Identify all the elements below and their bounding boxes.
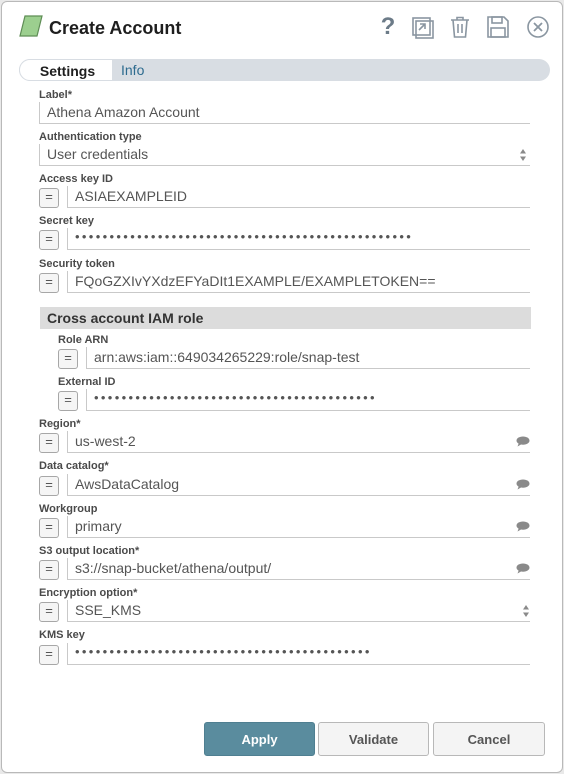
access-key-id-expression-toggle[interactable]: = — [39, 188, 59, 208]
kms-key-expression-toggle[interactable]: = — [39, 645, 59, 665]
s3-output-location-label: S3 output location* — [39, 545, 140, 557]
close-icon — [527, 16, 549, 38]
access-key-id-input[interactable]: ASIAEXAMPLEID — [67, 186, 530, 208]
kms-key-label: KMS key — [39, 629, 85, 641]
workgroup-expression-toggle[interactable]: = — [39, 518, 59, 538]
secret-key-expression-toggle[interactable]: = — [39, 230, 59, 250]
data-catalog-input[interactable]: AwsDataCatalog — [67, 474, 530, 496]
region-expression-toggle[interactable]: = — [39, 433, 59, 453]
cross-account-section-header: Cross account IAM role — [40, 307, 531, 329]
role-arn-input[interactable]: arn:aws:iam::649034265229:role/snap-test — [86, 347, 530, 369]
help-button[interactable]: ? — [374, 13, 402, 41]
close-button[interactable] — [524, 13, 552, 41]
create-account-dialog: Create Account ? Settings Info Label* At… — [1, 1, 563, 773]
tab-settings[interactable]: Settings — [19, 59, 113, 81]
workgroup-label: Workgroup — [39, 503, 98, 515]
encryption-option-value: SSE_KMS — [75, 602, 142, 618]
data-catalog-expression-toggle[interactable]: = — [39, 476, 59, 496]
workgroup-value: primary — [75, 518, 122, 534]
export-icon — [412, 17, 434, 39]
help-icon: ? — [380, 13, 396, 40]
access-key-id-label: Access key ID — [39, 173, 113, 185]
s3-output-location-expression-toggle[interactable]: = — [39, 560, 59, 580]
data-catalog-label: Data catalog* — [39, 460, 109, 472]
suggest-bubble-icon[interactable] — [516, 521, 530, 532]
region-value: us-west-2 — [75, 433, 136, 449]
suggest-bubble-icon[interactable] — [516, 563, 530, 574]
region-label: Region* — [39, 418, 81, 430]
save-button[interactable] — [484, 13, 512, 41]
role-arn-expression-toggle[interactable]: = — [58, 349, 78, 369]
spinner-icon — [520, 149, 526, 161]
auth-type-label: Authentication type — [39, 131, 142, 143]
role-arn-label: Role ARN — [58, 334, 109, 346]
security-token-expression-toggle[interactable]: = — [39, 273, 59, 293]
region-input[interactable]: us-west-2 — [67, 431, 530, 453]
label-field-label: Label* — [39, 89, 73, 101]
label-input[interactable]: Athena Amazon Account — [39, 102, 530, 124]
secret-key-label: Secret key — [39, 215, 95, 227]
security-token-input[interactable]: FQoGZXIvYXdzEFYaDIt1EXAMPLE/EXAMPLETOKEN… — [67, 271, 530, 293]
spinner-icon — [523, 605, 529, 617]
tab-info[interactable]: Info — [121, 59, 144, 81]
validate-button[interactable]: Validate — [318, 722, 429, 756]
snap-icon — [19, 15, 43, 37]
external-id-label: External ID — [58, 376, 116, 388]
tab-bar: Settings Info — [19, 59, 550, 81]
suggest-bubble-icon[interactable] — [516, 436, 530, 447]
cancel-button[interactable]: Cancel — [433, 722, 545, 756]
apply-button[interactable]: Apply — [204, 722, 315, 756]
secret-key-input[interactable]: ••••••••••••••••••••••••••••••••••••••••… — [67, 228, 530, 250]
dialog-header: Create Account ? — [2, 2, 562, 54]
suggest-bubble-icon[interactable] — [516, 479, 530, 490]
save-icon — [487, 16, 509, 38]
data-catalog-value: AwsDataCatalog — [75, 476, 180, 492]
security-token-label: Security token — [39, 258, 115, 270]
external-id-input[interactable]: ••••••••••••••••••••••••••••••••••••••••… — [86, 389, 530, 411]
kms-key-input[interactable]: ••••••••••••••••••••••••••••••••••••••••… — [67, 643, 530, 665]
external-id-expression-toggle[interactable]: = — [58, 391, 78, 411]
workgroup-input[interactable]: primary — [67, 516, 530, 538]
s3-output-location-value: s3://snap-bucket/athena/output/ — [75, 560, 272, 576]
trash-icon — [451, 16, 469, 38]
encryption-option-expression-toggle[interactable]: = — [39, 602, 59, 622]
auth-type-select[interactable]: User credentials — [39, 144, 530, 166]
delete-button[interactable] — [446, 13, 474, 41]
export-button[interactable] — [408, 13, 436, 41]
auth-type-value: User credentials — [47, 146, 149, 162]
encryption-option-label: Encryption option* — [39, 587, 138, 599]
encryption-option-select[interactable]: SSE_KMS — [67, 600, 530, 622]
s3-output-location-input[interactable]: s3://snap-bucket/athena/output/ — [67, 558, 530, 580]
dialog-title: Create Account — [49, 18, 182, 38]
